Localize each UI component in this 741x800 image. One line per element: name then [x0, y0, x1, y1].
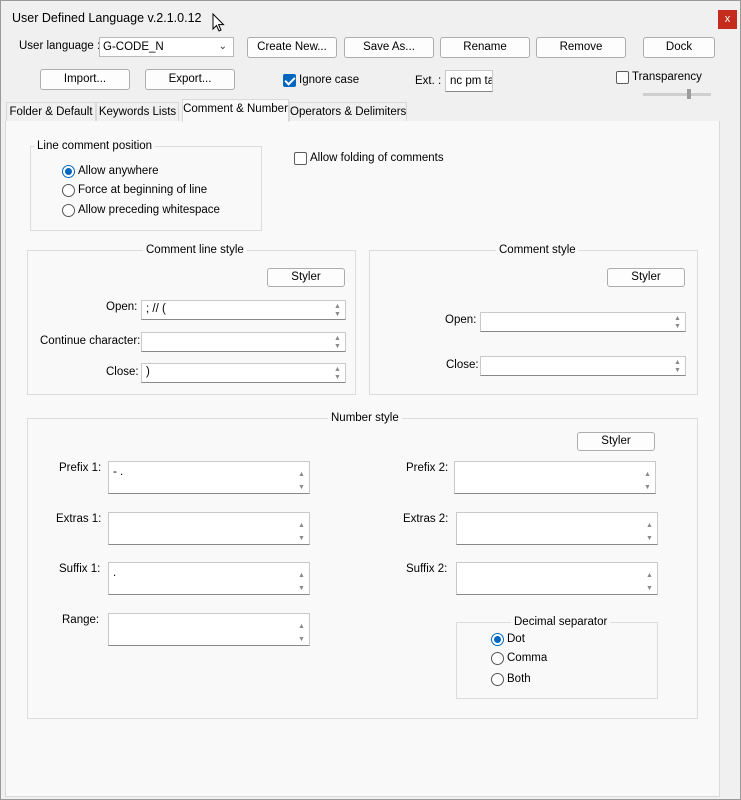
prefix1-value: - .: [113, 466, 124, 478]
tab-comment-number[interactable]: Comment & Number: [182, 99, 289, 122]
comment-styler-button[interactable]: Styler: [607, 268, 685, 287]
tab-keywords-lists[interactable]: Keywords Lists: [96, 102, 179, 122]
user-language-value: G-CODE_N: [103, 41, 164, 53]
ignore-case-label: Ignore case: [299, 74, 360, 86]
continue-character-label: Continue character:: [40, 335, 141, 347]
transparency-checkbox[interactable]: [616, 71, 629, 84]
radio-allow-anywhere[interactable]: [62, 165, 75, 178]
line-comment-position-title: Line comment position: [34, 140, 156, 152]
number-style-title: Number style: [328, 412, 402, 424]
spin-arrows-icon[interactable]: ▲ ▼: [296, 519, 307, 544]
comment-line-styler-button[interactable]: Styler: [267, 268, 345, 287]
comment-line-open-label: Open:: [106, 301, 138, 313]
allow-whitespace-label: Allow preceding whitespace: [78, 204, 220, 216]
prefix1-label: Prefix 1:: [59, 462, 102, 474]
allow-anywhere-label: Allow anywhere: [78, 165, 159, 177]
prefix2-label: Prefix 2:: [406, 462, 449, 474]
ignore-case-checkbox[interactable]: [283, 74, 296, 87]
extras2-label: Extras 2:: [403, 513, 449, 525]
comment-line-close-label: Close:: [106, 366, 139, 378]
suffix2-label: Suffix 2:: [406, 563, 448, 575]
extras1-label: Extras 1:: [56, 513, 102, 525]
comment-line-close-input[interactable]: ) ▲ ▼: [141, 363, 346, 383]
decimal-dot-label: Dot: [507, 633, 525, 645]
comment-line-style-title: Comment line style: [143, 244, 247, 256]
tab-folder-default[interactable]: Folder & Default: [6, 102, 96, 122]
radio-allow-whitespace[interactable]: [62, 204, 75, 217]
radio-decimal-dot[interactable]: [491, 633, 504, 646]
radio-decimal-comma[interactable]: [491, 652, 504, 665]
comment-open-label: Open:: [445, 314, 477, 326]
window-title: User Defined Language v.2.1.0.12: [12, 11, 202, 25]
range-label: Range:: [62, 614, 100, 626]
transparency-slider[interactable]: [643, 93, 711, 96]
spin-arrows-icon[interactable]: ▲ ▼: [296, 569, 307, 594]
radio-decimal-both[interactable]: [491, 673, 504, 686]
user-language-select[interactable]: G-CODE_N ⌄: [99, 37, 234, 57]
udl-window: User Defined Language v.2.1.0.12 x User …: [0, 0, 741, 800]
suffix1-value: .: [113, 567, 117, 579]
decimal-separator-group: [456, 622, 658, 699]
suffix1-label: Suffix 1:: [59, 563, 101, 575]
decimal-both-label: Both: [507, 673, 531, 685]
comment-line-close-value: ): [146, 366, 150, 378]
suffix1-input[interactable]: . ▲ ▼: [108, 562, 310, 595]
prefix2-input[interactable]: ▲ ▼: [454, 461, 656, 494]
comment-style-title: Comment style: [496, 244, 579, 256]
import-button[interactable]: Import...: [40, 69, 130, 90]
rename-button[interactable]: Rename: [440, 37, 530, 58]
number-styler-button[interactable]: Styler: [577, 432, 655, 451]
comment-line-open-input[interactable]: ; // ( ▲ ▼: [141, 300, 346, 320]
spin-arrows-icon[interactable]: ▲ ▼: [332, 366, 343, 382]
prefix1-input[interactable]: - . ▲ ▼: [108, 461, 310, 494]
extras2-input[interactable]: ▲ ▼: [456, 512, 658, 545]
spin-arrows-icon[interactable]: ▲ ▼: [644, 569, 655, 594]
force-beginning-label: Force at beginning of line: [78, 184, 208, 196]
ext-label: Ext. :: [415, 75, 442, 87]
decimal-separator-title: Decimal separator: [511, 616, 611, 628]
save-as-button[interactable]: Save As...: [344, 37, 434, 58]
comment-close-label: Close:: [446, 359, 479, 371]
comment-close-input[interactable]: ▲ ▼: [480, 356, 686, 376]
spin-arrows-icon[interactable]: ▲ ▼: [296, 468, 307, 493]
allow-folding-checkbox[interactable]: [294, 152, 307, 165]
continue-character-input[interactable]: ▲ ▼: [141, 332, 346, 352]
chevron-down-icon: ⌄: [218, 41, 227, 52]
suffix2-input[interactable]: ▲ ▼: [456, 562, 658, 595]
spin-arrows-icon[interactable]: ▲ ▼: [672, 315, 683, 331]
close-button[interactable]: x: [718, 10, 737, 29]
spin-arrows-icon[interactable]: ▲ ▼: [642, 468, 653, 493]
extras1-input[interactable]: ▲ ▼: [108, 512, 310, 545]
comment-open-input[interactable]: ▲ ▼: [480, 312, 686, 332]
dock-button[interactable]: Dock: [643, 37, 715, 58]
create-new-button[interactable]: Create New...: [247, 37, 337, 58]
range-input[interactable]: ▲ ▼: [108, 613, 310, 646]
ext-input[interactable]: nc pm ta: [445, 70, 493, 92]
spin-arrows-icon[interactable]: ▲ ▼: [332, 335, 343, 351]
title-bar: User Defined Language v.2.1.0.12 x: [1, 1, 740, 35]
spin-arrows-icon[interactable]: ▲ ▼: [296, 620, 307, 645]
remove-button[interactable]: Remove: [536, 37, 626, 58]
spin-arrows-icon[interactable]: ▲ ▼: [644, 519, 655, 544]
allow-folding-label: Allow folding of comments: [310, 152, 444, 164]
export-button[interactable]: Export...: [145, 69, 235, 90]
comment-line-open-value: ; // (: [146, 303, 166, 315]
tab-operators-delimiters[interactable]: Operators & Delimiters: [289, 102, 407, 122]
transparency-slider-thumb[interactable]: [687, 89, 691, 99]
user-language-label: User language :: [19, 40, 101, 52]
mouse-cursor-icon: [212, 13, 225, 32]
radio-force-beginning[interactable]: [62, 184, 75, 197]
spin-arrows-icon[interactable]: ▲ ▼: [332, 303, 343, 319]
transparency-label: Transparency: [632, 71, 702, 83]
decimal-comma-label: Comma: [507, 652, 548, 664]
spin-arrows-icon[interactable]: ▲ ▼: [672, 359, 683, 375]
